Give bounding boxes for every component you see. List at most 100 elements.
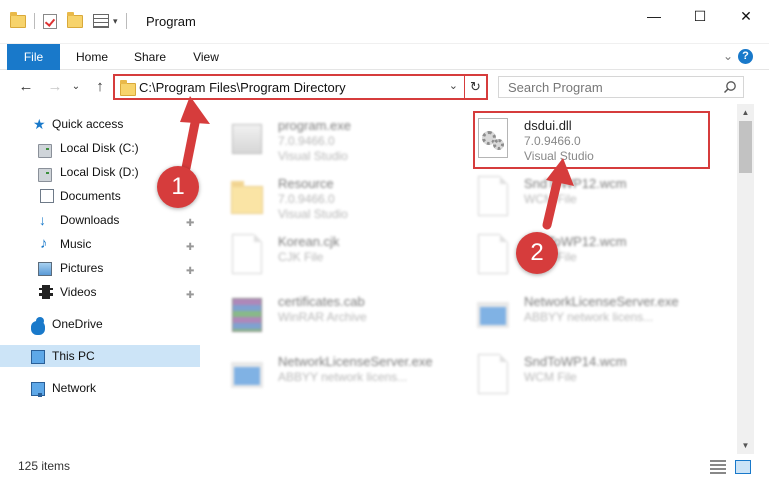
nav-item-label: Local Disk (C:) (60, 141, 139, 155)
new-folder-icon[interactable] (67, 11, 83, 28)
nav-item-label: This PC (52, 349, 95, 363)
file-version: 7.0.9466.0 (278, 192, 335, 206)
file-type: ABBYY network licens... (278, 370, 408, 384)
expand-ribbon-chevron-icon[interactable]: ⌄ (723, 49, 733, 63)
this-pc-icon (31, 350, 45, 364)
properties-check-icon[interactable] (43, 13, 57, 29)
file-name: SndToWP12.wcm (524, 176, 627, 191)
quick-access-toolbar: ▾ (10, 10, 131, 32)
nav-item-pictures[interactable]: Pictures ✚ (0, 257, 200, 279)
file-item-sndtowp14-wcm[interactable]: SndToWP14.wcm WCM File (450, 348, 690, 400)
file-item-program-exe[interactable]: program.exe 7.0.9466.0 Visual Studio (204, 112, 444, 164)
navigation-pane: ★ Quick access Local Disk (C:) Local Dis… (0, 104, 200, 454)
file-item-korean-cjk[interactable]: Korean.cjk CJK File (204, 228, 444, 280)
tab-home[interactable]: Home (68, 44, 116, 70)
refresh-button[interactable]: ↻ (464, 76, 486, 98)
back-button[interactable]: ← (16, 77, 36, 97)
vertical-scrollbar[interactable]: ▲ ▼ (737, 104, 754, 454)
star-icon: ★ (33, 116, 46, 132)
maximize-button[interactable]: ☐ (677, 0, 723, 32)
nav-item-quick-access[interactable]: ★ Quick access (0, 113, 200, 135)
nav-item-label: Videos (60, 285, 97, 299)
archive-icon (230, 292, 264, 336)
nav-item-local-disk-c[interactable]: Local Disk (C:) (0, 137, 200, 159)
file-item-certificates-cab[interactable]: certificates.cab WinRAR Archive (204, 288, 444, 340)
file-type: WCM File (524, 192, 577, 206)
tab-share[interactable]: Share (128, 44, 172, 70)
onedrive-icon (31, 317, 45, 335)
file-name: program.exe (278, 118, 351, 133)
file-icon (476, 352, 510, 396)
folder-icon (10, 11, 26, 28)
toolbar-separator (34, 13, 35, 29)
disk-icon (38, 168, 52, 182)
minimize-button[interactable]: — (631, 0, 677, 32)
tab-view[interactable]: View (186, 44, 226, 70)
network-icon (31, 382, 45, 397)
file-type: WCM File (524, 370, 577, 384)
app-icon (476, 292, 510, 336)
close-button[interactable]: ✕ (723, 0, 769, 32)
nav-item-label: Music (60, 237, 92, 251)
address-path[interactable]: C:\Program Files\Program Directory (139, 80, 346, 95)
folder-icon (120, 80, 136, 96)
nav-item-this-pc[interactable]: This PC (0, 345, 200, 367)
file-list: program.exe 7.0.9466.0 Visual Studio dsd… (200, 104, 737, 454)
help-icon[interactable]: ? (738, 49, 753, 64)
tab-file[interactable]: File (7, 44, 60, 70)
nav-item-label: Documents (60, 189, 121, 203)
scroll-thumb[interactable] (739, 121, 752, 173)
file-company: Visual Studio (278, 149, 348, 163)
nav-item-onedrive[interactable]: OneDrive (0, 313, 200, 335)
title-bar: ▾ Program — ☐ ✕ (0, 0, 769, 44)
file-item-resource-folder[interactable]: Resource 7.0.9466.0 Visual Studio (204, 170, 444, 222)
pin-icon[interactable]: ✚ (186, 213, 194, 235)
file-type: WinRAR Archive (278, 310, 367, 324)
documents-icon (40, 189, 54, 203)
pin-icon[interactable]: ✚ (186, 285, 194, 307)
file-name: NetworkLicenseServer.exe (278, 354, 433, 369)
exe-icon (230, 116, 264, 160)
pin-icon[interactable]: ✚ (186, 237, 194, 259)
customize-toolbar-chevron-icon[interactable]: ▾ (113, 16, 118, 27)
file-item-networklicenseserver-exe[interactable]: NetworkLicenseServer.exe ABBYY network l… (204, 348, 444, 400)
window-title: Program (146, 14, 196, 29)
search-icon (723, 81, 736, 94)
file-name: Korean.cjk (278, 234, 340, 249)
file-item-sndtowp12-wcm[interactable]: SndToWP12.wcm WCM File (450, 228, 690, 280)
address-row: ← → ⌄ ↑ C:\Program Files\Program Directo… (0, 70, 769, 104)
pin-icon[interactable]: ✚ (186, 261, 194, 283)
scroll-up-button[interactable]: ▲ (737, 104, 754, 121)
address-bar[interactable]: C:\Program Files\Program Directory ⌄ ↻ (113, 74, 488, 100)
highlight-box-dsdui-dll (473, 111, 710, 169)
file-item-networklicenseserver-exe[interactable]: NetworkLicenseServer.exe ABBYY network l… (450, 288, 690, 340)
recent-locations-chevron-icon[interactable]: ⌄ (66, 77, 86, 97)
search-placeholder: Search Program (508, 80, 603, 95)
search-input[interactable]: Search Program (498, 76, 744, 98)
tiles-view-icon[interactable] (735, 460, 751, 474)
file-version: 7.0.9466.0 (278, 134, 335, 148)
app-icon (230, 352, 264, 396)
callout-step-2: 2 (516, 232, 558, 274)
music-icon: ♪ (40, 235, 48, 252)
nav-item-label: Pictures (60, 261, 104, 275)
nav-item-music[interactable]: ♪ Music ✚ (0, 233, 200, 255)
file-name: SndToWP14.wcm (524, 354, 627, 369)
file-name: NetworkLicenseServer.exe (524, 294, 679, 309)
file-type: ABBYY network licens... (524, 310, 654, 324)
file-item-sndtowp12-wcm[interactable]: SndToWP12.wcm WCM File (450, 170, 690, 222)
scroll-down-button[interactable]: ▼ (737, 437, 754, 454)
nav-item-videos[interactable]: Videos ✚ (0, 281, 200, 303)
view-properties-icon[interactable] (93, 14, 109, 28)
up-button[interactable]: ↑ (90, 77, 110, 97)
details-view-icon[interactable] (710, 460, 726, 474)
address-dropdown-chevron-icon[interactable]: ⌄ (449, 79, 458, 92)
nav-item-downloads[interactable]: ↓ Downloads ✚ (0, 209, 200, 231)
folder-icon (230, 174, 264, 218)
nav-item-network[interactable]: Network (0, 377, 200, 399)
nav-item-label: Local Disk (D:) (60, 165, 139, 179)
status-bar: 125 items (0, 454, 769, 487)
nav-item-label: Network (52, 381, 97, 395)
forward-button[interactable]: → (45, 77, 65, 97)
nav-item-label: Downloads (60, 213, 120, 227)
